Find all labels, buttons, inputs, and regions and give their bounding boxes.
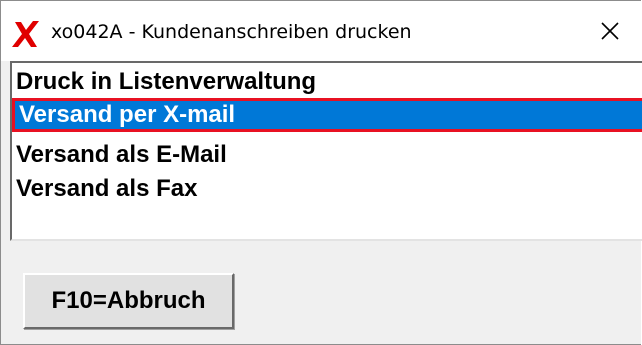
title-bar[interactable]: xo042A - Kundenanschreiben drucken [1,1,641,61]
dialog-window: xo042A - Kundenanschreiben drucken Druck… [0,0,642,345]
option-listbox[interactable]: Druck in Listenverwaltung Versand per X-… [10,61,642,241]
red-x-icon [12,21,39,47]
close-icon [601,22,619,40]
list-item-druck-listenverwaltung[interactable]: Druck in Listenverwaltung [14,65,642,99]
list-item-versand-fax[interactable]: Versand als Fax [14,172,642,206]
close-button[interactable] [579,1,641,61]
window-title: xo042A - Kundenanschreiben drucken [51,21,412,43]
list-item-versand-email[interactable]: Versand als E-Mail [14,138,642,172]
list-item-versand-xmail[interactable]: Versand per X-mail [12,98,642,132]
abort-button[interactable]: F10=Abbruch [23,273,234,329]
